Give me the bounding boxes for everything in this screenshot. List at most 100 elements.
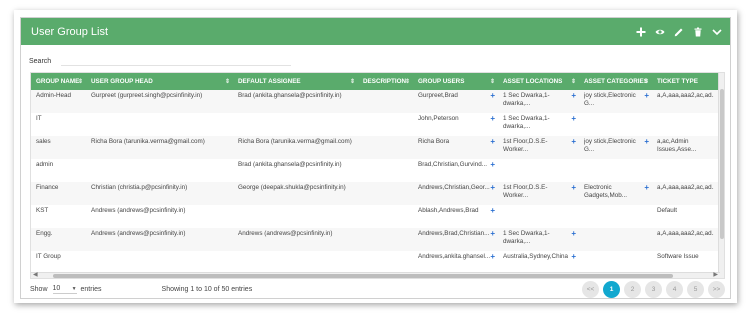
entries-select[interactable]: 10 ▼: [52, 284, 77, 294]
add-icon[interactable]: +: [644, 184, 649, 192]
vertical-scrollbar[interactable]: [718, 73, 724, 278]
cell-description: [358, 159, 413, 182]
cell-ticket-type: a,A,aaa,aaa2,ac,ad...: [652, 182, 719, 205]
scroll-left-icon[interactable]: ◀: [33, 271, 38, 278]
table-row[interactable]: IT Group Andrews,ankita.ghansel... + Austra…: [31, 251, 719, 274]
cell-text: Gurpreet (gurpreet.singh@pcsinfinity.in): [91, 92, 203, 99]
table-row[interactable]: IT John,Peterson +1 Sec Dwarka,1-dwarka,..…: [31, 113, 719, 136]
add-icon[interactable]: +: [490, 115, 495, 123]
column-header-label: DESCRIPTION: [363, 78, 407, 85]
horizontal-scroll-thumb[interactable]: [53, 274, 673, 278]
cell-text: a,A,aaa,aaa2,ac,ad...: [657, 92, 714, 99]
column-header-description[interactable]: DESCRIPTION ⇕: [358, 73, 413, 90]
table-row[interactable]: KST Andrews (andrews@pcsinfinity.in) Ablas…: [31, 205, 719, 228]
cell-default-assignee: Richa Bora (tarunika.verma@gmail.com): [233, 136, 358, 159]
add-icon[interactable]: +: [571, 253, 576, 261]
add-icon[interactable]: +: [490, 184, 495, 192]
cell-user-group-head: Gurpreet (gurpreet.singh@pcsinfinity.in): [86, 90, 233, 113]
cell-text: Andrews,ankita.ghansel...: [418, 253, 491, 260]
add-icon[interactable]: +: [490, 230, 495, 238]
add-icon[interactable]: +: [571, 230, 576, 238]
add-icon[interactable]: +: [490, 92, 495, 100]
column-header-group-name[interactable]: GROUP NAME ⇕: [31, 73, 86, 90]
column-header-asset-locations[interactable]: ASSET LOCATIONS ⇕: [498, 73, 579, 90]
eye-icon[interactable]: [655, 27, 665, 37]
cell-text: IT: [36, 115, 42, 122]
vertical-scroll-thumb[interactable]: [720, 89, 724, 239]
last-page-button[interactable]: >>: [708, 280, 725, 298]
cell-asset-locations: 1 Sec Dwarka,1-dwarka,... +: [498, 113, 579, 136]
cell-group-users: Brad,Christian,Gurvind... +: [413, 159, 498, 182]
add-icon[interactable]: +: [490, 253, 495, 261]
add-icon[interactable]: +: [644, 92, 649, 100]
cell-group-users: Andrews,Christian,Geor... +: [413, 182, 498, 205]
add-icon[interactable]: +: [644, 138, 649, 146]
page-button[interactable]: 3: [645, 280, 662, 298]
cell-text: Andrews (andrews@pcsinfinity.in): [91, 207, 186, 214]
add-icon[interactable]: +: [490, 207, 495, 215]
horizontal-scrollbar[interactable]: ◀ ▶: [31, 272, 720, 278]
entries-select-value: 10: [52, 285, 61, 292]
scroll-right-icon[interactable]: ▶: [713, 271, 718, 278]
cell-default-assignee: Andrews (andrews@pcsinfinity.in): [233, 228, 358, 251]
caret-down-icon: ▼: [71, 285, 77, 292]
cell-text: Richa Bora (tarunika.verma@gmail.com): [91, 138, 205, 145]
table-row[interactable]: Admin-Head Gurpreet (gurpreet.singh@pcsin…: [31, 90, 719, 113]
cell-text: Ablash,Andrews,Brad: [418, 207, 479, 214]
add-icon[interactable]: +: [571, 184, 576, 192]
column-header-default-assignee[interactable]: DEFAULT ASSIGNEE ⇕: [233, 73, 358, 90]
first-page-button[interactable]: <<: [582, 280, 599, 298]
cell-asset-categories: [579, 205, 652, 228]
cell-asset-categories: joy stick,Electronic G... +: [579, 90, 652, 113]
chevron-down-icon[interactable]: [712, 27, 722, 37]
cell-text: Admin-Head: [36, 92, 71, 99]
cell-user-group-head: Richa Bora (tarunika.verma@gmail.com): [86, 136, 233, 159]
cell-ticket-type: [652, 113, 719, 136]
cell-asset-locations: 1st Floor,D.S.E-Worker... +: [498, 136, 579, 159]
add-icon[interactable]: +: [571, 92, 576, 100]
add-icon[interactable]: +: [490, 161, 495, 169]
pencil-icon[interactable]: [674, 27, 684, 37]
column-header-user-group-head[interactable]: USER GROUP HEAD ⇕: [86, 73, 233, 90]
add-icon[interactable]: +: [571, 115, 576, 123]
cell-asset-categories: [579, 251, 652, 274]
page-button[interactable]: 2: [624, 280, 641, 298]
cell-user-group-head: [86, 251, 233, 274]
cell-group-name: Admin-Head: [31, 90, 86, 113]
cell-asset-categories: [579, 159, 652, 182]
cell-group-name: IT: [31, 113, 86, 136]
add-icon[interactable]: +: [571, 138, 576, 146]
add-icon[interactable]: +: [490, 138, 495, 146]
header-toolbar: [636, 27, 722, 37]
cell-text: John,Peterson: [418, 115, 459, 122]
cell-asset-categories: [579, 113, 652, 136]
column-header-label: GROUP NAME: [36, 78, 80, 85]
table-row[interactable]: sales Richa Bora (tarunika.verma@gmail.co…: [31, 136, 719, 159]
page-button[interactable]: 1: [603, 280, 620, 298]
column-header-label: DEFAULT ASSIGNEE: [238, 78, 301, 85]
column-header-group-users[interactable]: GROUP USERS ⇕: [413, 73, 498, 90]
cell-asset-locations: 1 Sec Dwarka,1-dwarka,... +: [498, 228, 579, 251]
pagination: << 1 2 3 4 5 >>: [582, 280, 725, 298]
cell-description: [358, 90, 413, 113]
column-header-ticket-type[interactable]: TICKET TYPE: [652, 73, 719, 90]
plus-icon[interactable]: [636, 27, 646, 37]
sort-icon: ⇕: [349, 79, 355, 85]
table-row[interactable]: admin Brad (ankita.ghansela@pcsinfinity.i…: [31, 159, 719, 182]
page-button[interactable]: 5: [687, 280, 704, 298]
cell-user-group-head: Andrews (andrews@pcsinfinity.in): [86, 228, 233, 251]
table-row[interactable]: Finance Christian (christia.p@pcsinfinity…: [31, 182, 719, 205]
column-header-asset-categories[interactable]: ASSET CATEGORIES ⇕: [579, 73, 652, 90]
page-button[interactable]: 4: [666, 280, 683, 298]
trash-icon[interactable]: [693, 27, 703, 37]
cell-text: Default: [657, 207, 677, 214]
pagination-info: Showing 1 to 10 of 50 entries: [161, 285, 253, 293]
cell-group-users: Andrews,Brad,Christian... +: [413, 228, 498, 251]
search-input[interactable]: [61, 56, 291, 66]
cell-text: Brad (ankita.ghansela@pcsinfinity.in): [238, 92, 342, 99]
cell-text: joy stick,Electronic G...: [584, 92, 636, 107]
table-row[interactable]: Engg. Andrews (andrews@pcsinfinity.in) And…: [31, 228, 719, 251]
column-header-label: ASSET CATEGORIES: [584, 78, 648, 85]
cell-ticket-type: a,ac,Admin Issues,Asse...: [652, 136, 719, 159]
cell-description: [358, 182, 413, 205]
